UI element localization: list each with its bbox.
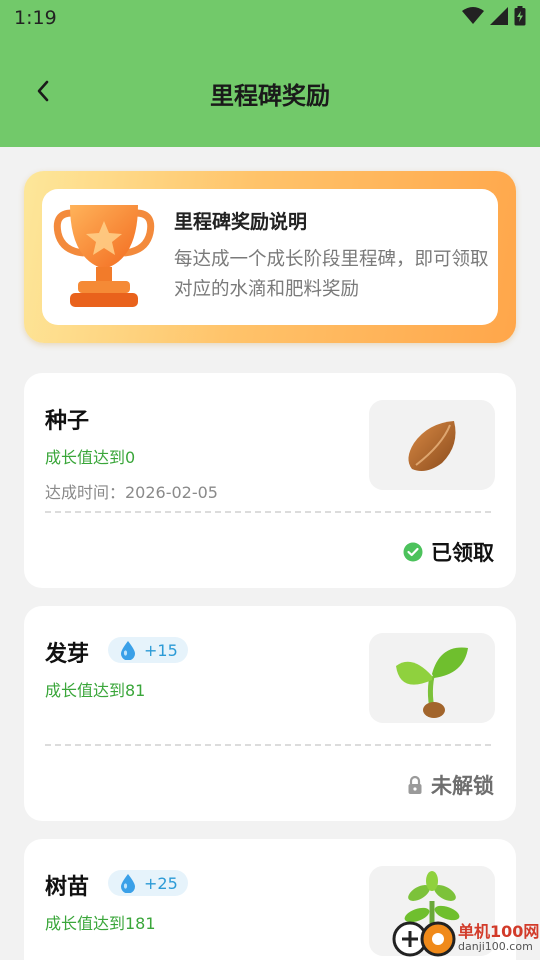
milestone-achieved-time: 达成时间：2026-02-05 [45, 483, 218, 502]
milestone-requirement: 成长值达到181 [45, 914, 156, 933]
card-divider [45, 511, 491, 513]
locked-status: 未解锁 [407, 770, 494, 800]
milestone-thumbnail [369, 633, 495, 723]
reward-value: +15 [144, 640, 178, 660]
lock-icon [408, 775, 422, 794]
seed-icon [408, 421, 456, 471]
milestone-name: 发芽 [45, 642, 90, 667]
banner-description: 每达成一个成长阶段里程碑，即可领取对应的水滴和肥料奖励 [174, 249, 489, 300]
water-drop-icon [121, 641, 135, 660]
watermark-logo [392, 921, 456, 957]
check-circle-icon [403, 542, 423, 562]
milestone-name: 种子 [45, 409, 90, 434]
page-title: 里程碑奖励 [210, 82, 330, 110]
milestone-card-seed: 种子 成长值达到0 达成时间：2026-02-05 已领取 [24, 373, 516, 588]
status-time: 1:19 [14, 7, 57, 29]
milestone-info-banner: 里程碑奖励说明 每达成一个成长阶段里程碑，即可领取对应的水滴和肥料奖励 [24, 171, 516, 343]
watermark-title: 单机100网 [458, 922, 540, 941]
card-divider [45, 744, 491, 746]
water-drop-icon [121, 874, 135, 893]
status-label: 未解锁 [431, 774, 494, 798]
milestone-thumbnail [369, 400, 495, 490]
status-icons [462, 6, 526, 26]
status-label: 已领取 [431, 541, 494, 565]
reward-value: +25 [144, 873, 178, 893]
milestone-name: 树苗 [45, 875, 90, 900]
wifi-icon [462, 7, 484, 24]
claimed-status: 已领取 [403, 537, 494, 567]
reward-badge: +15 [108, 637, 188, 663]
milestone-card-sprout: 发芽 +15 成长值达到81 未解锁 [24, 606, 516, 821]
sprout-icon [396, 647, 468, 718]
app-header: 1:19 里程碑奖励 [0, 0, 540, 147]
watermark-url: danji100.com [458, 940, 533, 953]
banner-title: 里程碑奖励说明 [174, 211, 308, 233]
cellular-signal-icon [490, 7, 508, 25]
watermark: 单机100网 danji100.com [392, 914, 540, 960]
milestone-requirement: 成长值达到81 [45, 681, 146, 700]
trophy-icon [53, 205, 155, 307]
reward-badge: +25 [108, 870, 188, 896]
battery-icon [514, 6, 526, 26]
milestone-requirement: 成长值达到0 [45, 448, 136, 467]
